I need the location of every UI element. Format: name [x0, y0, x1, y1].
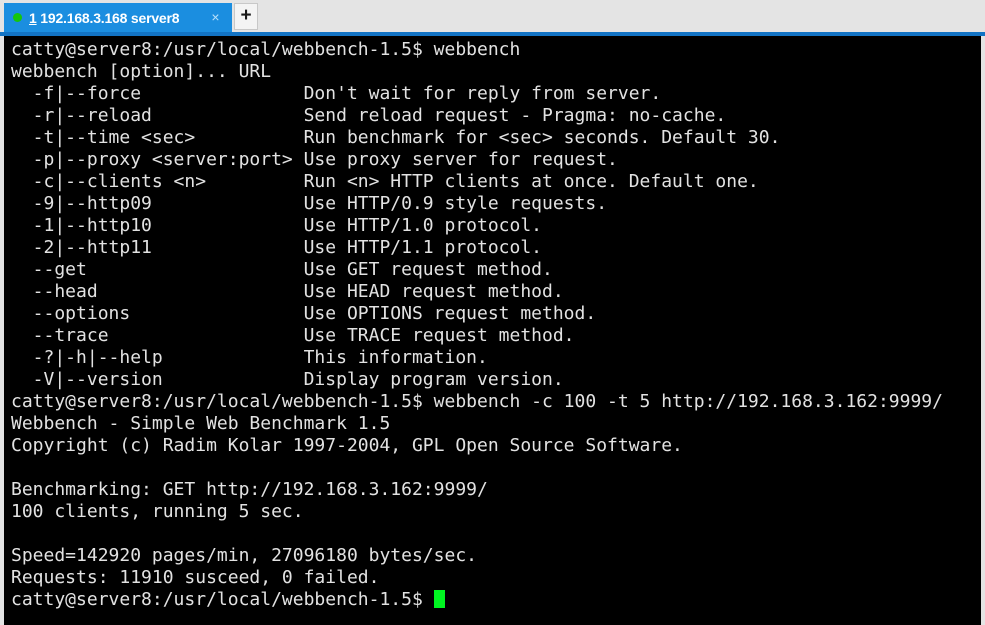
terminal-cursor	[433, 590, 445, 608]
green-dot-icon	[13, 13, 22, 22]
terminal-screen[interactable]: catty@server8:/usr/local/webbench-1.5$ w…	[4, 36, 981, 625]
terminal-window: 1 192.168.3.168 server8 × + catty@server…	[0, 0, 985, 625]
close-icon[interactable]: ×	[208, 10, 223, 25]
terminal-frame: catty@server8:/usr/local/webbench-1.5$ w…	[0, 36, 985, 625]
new-tab-button[interactable]: +	[234, 3, 258, 30]
tab-number: 1	[29, 9, 37, 26]
tab-server8[interactable]: 1 192.168.3.168 server8 ×	[4, 3, 232, 32]
tab-title: 192.168.3.168 server8	[40, 9, 180, 26]
terminal-output: catty@server8:/usr/local/webbench-1.5$ w…	[11, 39, 943, 610]
tab-bar: 1 192.168.3.168 server8 × +	[0, 0, 985, 36]
tab-label: 1 192.168.3.168 server8	[29, 10, 179, 26]
